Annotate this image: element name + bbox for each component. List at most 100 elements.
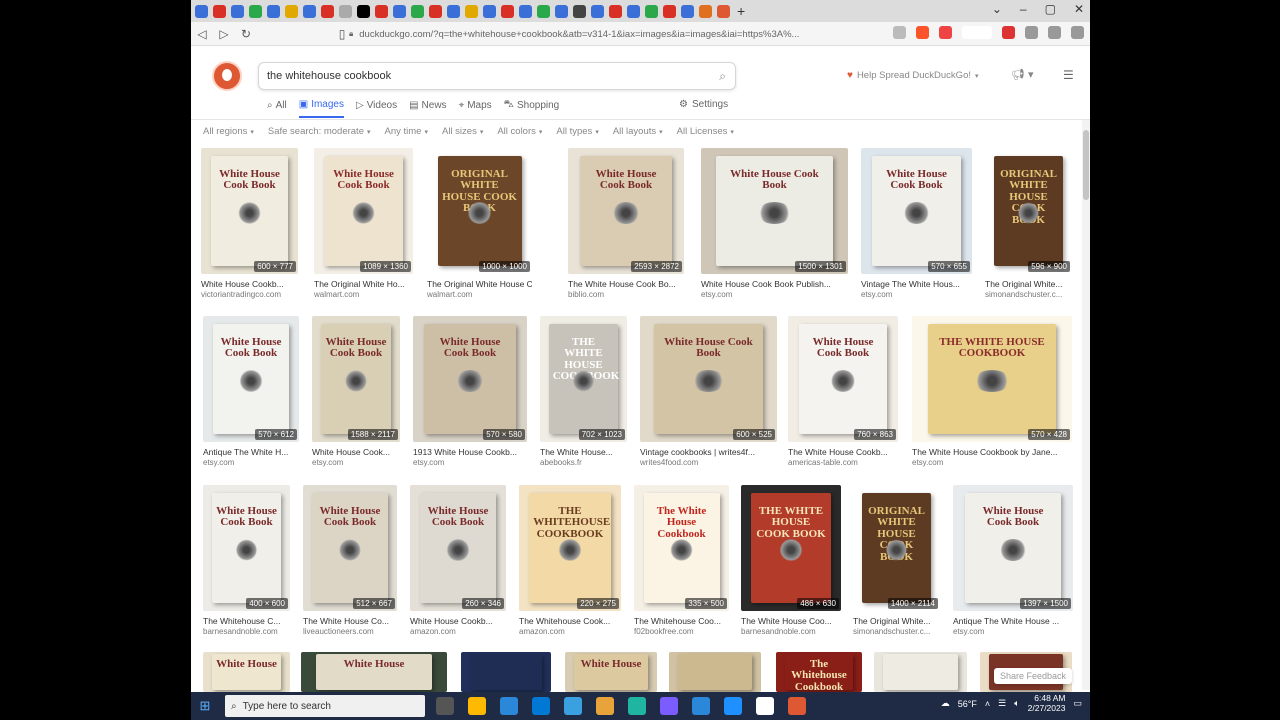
image-caption[interactable]: The White House... bbox=[540, 447, 627, 457]
image-thumbnail[interactable]: White House Cook Book 570 × 655 bbox=[861, 148, 972, 274]
filter-dropdown[interactable]: All sizes ▾ bbox=[442, 126, 483, 137]
hamburger-menu-icon[interactable]: ☰ bbox=[1063, 68, 1074, 82]
image-caption[interactable]: The Original White... bbox=[985, 279, 1072, 289]
image-thumbnail[interactable]: White House Cook Book 1397 × 1500 bbox=[953, 485, 1073, 611]
brave-rewards-icon[interactable] bbox=[939, 26, 952, 39]
image-source[interactable]: f02bookfree.com bbox=[634, 627, 729, 636]
browser-tab-favicon[interactable] bbox=[501, 4, 514, 18]
browser-tab-favicon[interactable] bbox=[321, 4, 334, 18]
taskbar-app-icon[interactable] bbox=[436, 697, 454, 715]
browser-tab-favicon[interactable] bbox=[339, 4, 352, 18]
notifications-icon[interactable]: ▭ bbox=[1073, 698, 1082, 709]
address-bar[interactable]: 🔒︎ duckduckgo.com/?q=the+whitehouse+cook… bbox=[331, 25, 876, 43]
image-source[interactable]: americas-table.com bbox=[788, 458, 898, 467]
chevron-down-icon[interactable]: ⌄ bbox=[992, 2, 1002, 16]
scrollbar-thumb[interactable] bbox=[1083, 130, 1089, 200]
maximize-icon[interactable]: ▢ bbox=[1045, 2, 1056, 16]
weather-temp[interactable]: 56°F bbox=[958, 699, 977, 709]
image-caption[interactable]: White House Cookb... bbox=[201, 279, 298, 289]
image-thumbnail[interactable]: White House bbox=[301, 652, 447, 692]
image-caption[interactable]: White House Cookb... bbox=[410, 616, 506, 626]
image-thumbnail[interactable]: White House Cook Book 512 × 667 bbox=[303, 485, 397, 611]
filter-dropdown[interactable]: All types ▾ bbox=[556, 126, 598, 137]
image-thumbnail[interactable]: White House Cook Book 1588 × 2117 bbox=[312, 316, 400, 442]
menu-icon[interactable] bbox=[1071, 26, 1084, 39]
image-thumbnail[interactable]: White House Cook Book 400 × 600 bbox=[203, 485, 290, 611]
image-thumbnail[interactable]: ORIGINAL WHITE HOUSE COOK BOOK1000 × 100… bbox=[427, 148, 532, 274]
image-caption[interactable]: The Original White House C... bbox=[427, 279, 532, 289]
image-source[interactable]: walmart.com bbox=[314, 290, 413, 299]
windows-start-icon[interactable]: ⊞ bbox=[191, 692, 219, 720]
tab-shopping[interactable]: ⛍ Shopping bbox=[504, 99, 560, 118]
browser-tab-favicon[interactable] bbox=[231, 4, 244, 18]
browser-tab-favicon[interactable] bbox=[519, 4, 532, 18]
browser-tab-favicon[interactable] bbox=[465, 4, 478, 18]
image-caption[interactable]: 1913 White House Cookb... bbox=[413, 447, 527, 457]
image-thumbnail[interactable]: The Whitehouse Cookbook bbox=[776, 652, 862, 692]
filter-dropdown[interactable]: Any time ▾ bbox=[385, 126, 428, 137]
image-source[interactable]: simonandschuster.c... bbox=[853, 627, 940, 636]
image-source[interactable]: etsy.com bbox=[312, 458, 400, 467]
browser-tab-favicon[interactable] bbox=[663, 4, 676, 18]
image-caption[interactable]: White House Cook... bbox=[312, 447, 400, 457]
taskbar-app-icon[interactable] bbox=[788, 697, 806, 715]
taskbar-search-box[interactable]: ⌕ Type here to search bbox=[225, 695, 425, 717]
minimize-icon[interactable]: – bbox=[1020, 2, 1027, 16]
image-caption[interactable]: The White House Co... bbox=[303, 616, 397, 626]
image-source[interactable]: barnesandnoble.com bbox=[741, 627, 841, 636]
taskbar-app-icon[interactable] bbox=[660, 697, 678, 715]
image-thumbnail[interactable]: White House bbox=[203, 652, 290, 692]
image-source[interactable]: etsy.com bbox=[912, 458, 1072, 467]
search-icon[interactable]: ⌕ bbox=[719, 69, 726, 84]
image-thumbnail[interactable]: White House Cook Book 2593 × 2872 bbox=[568, 148, 684, 274]
image-caption[interactable]: The Whitehouse C... bbox=[203, 616, 290, 626]
browser-tab-favicon[interactable] bbox=[285, 4, 298, 18]
browser-tab-favicon[interactable] bbox=[213, 4, 226, 18]
image-caption[interactable]: The White House Cookb... bbox=[788, 447, 898, 457]
share-icon[interactable] bbox=[893, 26, 906, 39]
image-thumbnail[interactable]: ORIGINAL WHITE HOUSE COOK BOOK1400 × 211… bbox=[853, 485, 940, 611]
image-thumbnail[interactable]: White House Cook Book 760 × 863 bbox=[788, 316, 898, 442]
image-caption[interactable]: The White House Coo... bbox=[741, 616, 841, 626]
image-thumbnail[interactable]: The White House Cookbook 335 × 500 bbox=[634, 485, 729, 611]
image-caption[interactable]: The Whitehouse Coo... bbox=[634, 616, 729, 626]
image-thumbnail[interactable] bbox=[874, 652, 967, 692]
browser-tab-favicon[interactable] bbox=[591, 4, 604, 18]
image-thumbnail[interactable]: White House Cook Book 260 × 346 bbox=[410, 485, 506, 611]
image-source[interactable]: liveauctioneers.com bbox=[303, 627, 397, 636]
browser-tab-favicon[interactable] bbox=[303, 4, 316, 18]
network-icon[interactable]: ☰ bbox=[998, 698, 1006, 709]
sidebar-icon[interactable] bbox=[1025, 26, 1038, 39]
tab-maps[interactable]: ⌖ Maps bbox=[459, 99, 492, 118]
image-caption[interactable]: Vintage The White Hous... bbox=[861, 279, 972, 289]
image-thumbnail[interactable]: White House Cook Book 600 × 525 bbox=[640, 316, 777, 442]
image-caption[interactable]: The Original White Ho... bbox=[314, 279, 413, 289]
image-thumbnail[interactable] bbox=[669, 652, 761, 692]
image-source[interactable]: etsy.com bbox=[203, 458, 299, 467]
image-thumbnail[interactable]: ORIGINAL WHITE HOUSE COOK BOOK596 × 900 bbox=[985, 148, 1072, 274]
back-icon[interactable]: ◁ bbox=[191, 27, 213, 41]
browser-tab-favicon[interactable] bbox=[195, 4, 208, 18]
image-source[interactable]: victoriantradingco.com bbox=[201, 290, 298, 299]
browser-tab-favicon[interactable] bbox=[267, 4, 280, 18]
image-thumbnail[interactable]: THE WHITE HOUSE COOK BOOK 486 × 630 bbox=[741, 485, 841, 611]
browser-tab-favicon[interactable] bbox=[357, 4, 370, 18]
image-thumbnail[interactable]: White House Cook Book 570 × 612 bbox=[203, 316, 299, 442]
image-thumbnail[interactable]: White House Cook Book 600 × 777 bbox=[201, 148, 298, 274]
share-feedback-button[interactable]: Share Feedback bbox=[994, 668, 1073, 684]
taskbar-app-icon[interactable] bbox=[756, 697, 774, 715]
browser-tab-favicon[interactable] bbox=[375, 4, 388, 18]
tab-images[interactable]: ▣ Images bbox=[298, 99, 344, 118]
image-thumbnail[interactable]: White House Cook Book 570 × 580 bbox=[413, 316, 527, 442]
image-thumbnail[interactable]: THE WHITEHOUSE COOKBOOK 220 × 275 bbox=[519, 485, 621, 611]
image-source[interactable]: amazon.com bbox=[410, 627, 506, 636]
tab-news[interactable]: ▤ News bbox=[409, 99, 446, 118]
tab-settings[interactable]: ⚙ Settings bbox=[679, 99, 728, 110]
filter-dropdown[interactable]: All Licenses ▾ bbox=[677, 126, 734, 137]
clock[interactable]: 6:48 AM 2/27/2023 bbox=[1028, 693, 1066, 714]
image-caption[interactable]: Vintage cookbooks | writes4f... bbox=[640, 447, 777, 457]
image-caption[interactable]: The Whitehouse Cook... bbox=[519, 616, 621, 626]
search-input[interactable] bbox=[267, 70, 707, 82]
image-source[interactable]: simonandschuster.c... bbox=[985, 290, 1072, 299]
browser-tab-favicon[interactable] bbox=[681, 4, 694, 18]
